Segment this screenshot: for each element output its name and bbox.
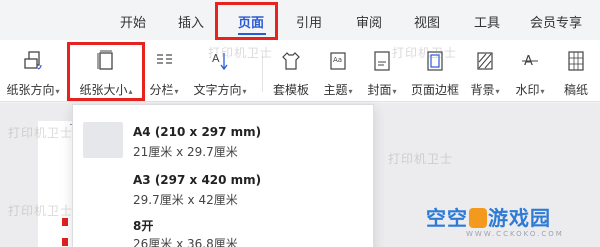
document-text-fragment xyxy=(62,218,68,226)
background-label: 背景 xyxy=(470,83,495,97)
tab-home[interactable]: 开始 xyxy=(120,12,146,31)
paper-size-option-a3[interactable]: A3 (297 x 420 mm) 29.7厘米 x 42厘米 xyxy=(73,163,373,209)
paper-size-button[interactable]: 纸张大小▴ xyxy=(70,46,142,102)
document-text-fragment xyxy=(62,238,68,246)
watermark-icon: A xyxy=(522,54,538,69)
orientation-button[interactable]: 纸张方向▾ xyxy=(4,46,62,102)
theme-button[interactable]: Aa 主题▾ xyxy=(318,46,358,102)
text-direction-label: 文字方向 xyxy=(193,83,242,97)
columns-icon xyxy=(157,54,172,64)
chevron-down-icon: ▾ xyxy=(348,87,353,96)
chevron-down-icon: ▾ xyxy=(242,87,247,96)
page-border-label: 页面边框 xyxy=(410,83,459,97)
orientation-icon xyxy=(24,51,42,70)
template-label: 套模板 xyxy=(272,83,309,97)
watermark-text: 打印机卫士 xyxy=(392,46,458,60)
paper-size-option-8k[interactable]: 8开 26厘米 x 36.8厘米 xyxy=(73,207,373,247)
chevron-up-icon: ▴ xyxy=(128,87,133,96)
draft-paper-button[interactable]: 稿纸 xyxy=(556,46,596,102)
paper-size-icon xyxy=(97,50,113,70)
tab-view[interactable]: 视图 xyxy=(414,12,440,31)
watermark-button[interactable]: A 水印▾ xyxy=(510,46,550,102)
tab-member[interactable]: 会员专享 xyxy=(530,12,582,31)
orientation-label: 纸张方向 xyxy=(6,83,55,97)
paper-size-dims: 21厘米 x 29.7厘米 xyxy=(133,145,238,159)
ribbon-toolbar: 纸张方向▾ 纸张大小▴ 分栏▾ A 文字方向▾ 套模板 Aa 主题▾ 封面▾ 页… xyxy=(0,40,600,102)
logo-text-right: 游戏园 xyxy=(488,206,551,230)
shirt-icon xyxy=(282,52,300,70)
chevron-down-icon: ▾ xyxy=(392,87,397,96)
logo-text-left: 空空 xyxy=(426,206,468,230)
paper-size-dims: 26厘米 x 36.8厘米 xyxy=(133,237,238,247)
tab-references[interactable]: 引用 xyxy=(296,12,322,31)
paper-size-name: 8开 xyxy=(133,219,154,233)
background-icon xyxy=(477,52,493,70)
chevron-down-icon: ▾ xyxy=(174,87,179,96)
active-tab-indicator xyxy=(238,33,266,35)
draft-paper-label: 稿纸 xyxy=(563,83,588,97)
watermark-text: 打印机卫士 xyxy=(8,204,74,218)
paper-size-dims: 29.7厘米 x 42厘米 xyxy=(133,193,238,207)
cover-icon xyxy=(374,51,390,71)
svg-text:Aa: Aa xyxy=(333,56,342,64)
chevron-down-icon: ▾ xyxy=(495,87,500,96)
paper-size-name: A4 (210 x 297 mm) xyxy=(133,125,262,139)
paper-size-dropdown: A4 (210 x 297 mm) 21厘米 x 29.7厘米 A3 (297 … xyxy=(72,104,374,247)
logo-url: WWW.CCKOKO.COM xyxy=(466,230,564,238)
theme-label: 主题 xyxy=(323,83,348,97)
site-logo: 空空 游戏园 WWW.CCKOKO.COM xyxy=(426,202,578,242)
chevron-down-icon: ▾ xyxy=(540,87,545,96)
watermark-label: 水印 xyxy=(515,83,540,97)
cover-label: 封面 xyxy=(367,83,392,97)
paper-size-name: A3 (297 x 420 mm) xyxy=(133,173,262,187)
columns-label: 分栏 xyxy=(149,83,174,97)
ribbon-tab-bar: 开始 插入 页面 引用 审阅 视图 工具 会员专享 xyxy=(0,0,600,40)
watermark-text: 打印机卫士 xyxy=(208,46,274,60)
columns-button[interactable]: 分栏▾ xyxy=(144,46,184,102)
background-button[interactable]: 背景▾ xyxy=(466,46,504,102)
paper-thumbnail xyxy=(83,122,123,158)
theme-icon: Aa xyxy=(330,52,346,70)
tab-insert[interactable]: 插入 xyxy=(178,12,204,31)
chevron-down-icon: ▾ xyxy=(55,87,60,96)
tab-page[interactable]: 页面 xyxy=(238,12,264,31)
logo-k-icon xyxy=(469,208,487,228)
paper-size-option-a4[interactable]: A4 (210 x 297 mm) 21厘米 x 29.7厘米 xyxy=(73,115,373,161)
template-button[interactable]: 套模板 xyxy=(268,46,314,102)
tab-tools[interactable]: 工具 xyxy=(474,12,500,31)
tab-review[interactable]: 审阅 xyxy=(356,12,382,31)
draft-paper-icon xyxy=(568,51,584,71)
watermark-text: 打印机卫士 xyxy=(8,126,74,140)
paper-size-label: 纸张大小 xyxy=(79,83,128,97)
watermark-text: 打印机卫士 xyxy=(388,152,454,166)
